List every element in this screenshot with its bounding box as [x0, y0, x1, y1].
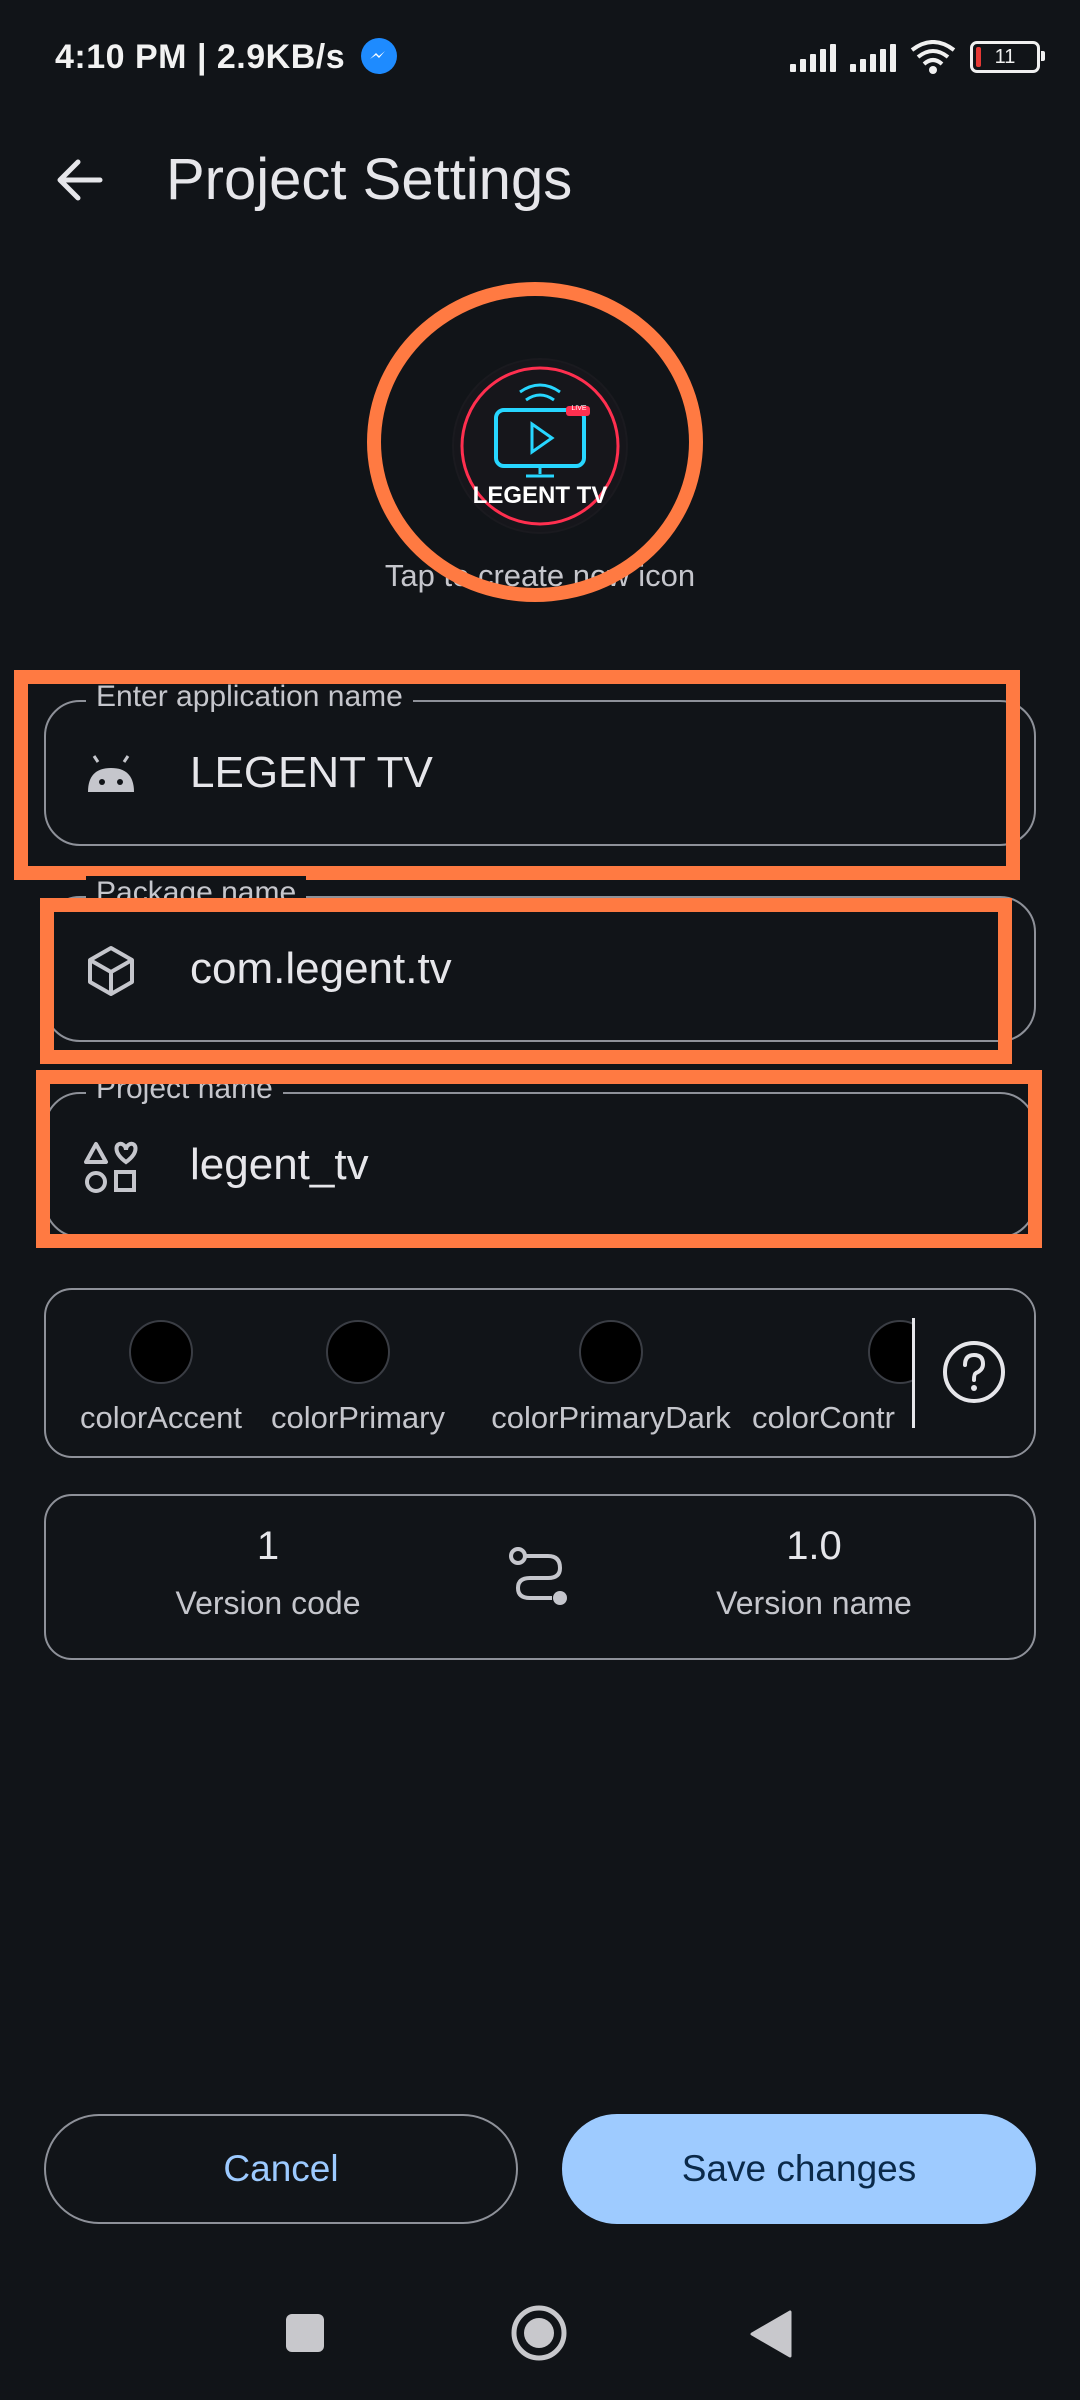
status-time-text: 4:10 PM | 2.9KB/s — [55, 38, 346, 76]
version-name-label: Version name — [716, 1585, 912, 1621]
color-label-contr: colorContr — [752, 1400, 895, 1435]
signal-icon-2 — [850, 42, 896, 72]
package-name-highlight — [40, 898, 1012, 1064]
color-label-accent: colorAccent — [80, 1400, 242, 1435]
icon-highlight — [367, 282, 703, 602]
back-arrow-icon[interactable] — [50, 150, 110, 210]
color-swatch-primary — [326, 1320, 390, 1384]
status-bar-time: 4:10 PM | 2.9KB/s — [55, 38, 398, 77]
color-item-primary-dark[interactable]: colorPrimaryDark — [476, 1320, 746, 1436]
color-swatch-accent — [129, 1320, 193, 1384]
battery-level: 11 — [994, 45, 1016, 68]
version-name: 1.0 Version name — [664, 1524, 964, 1622]
recents-nav-icon[interactable] — [286, 2314, 324, 2352]
page-title: Project Settings — [166, 147, 573, 212]
wifi-icon — [910, 40, 956, 74]
cancel-button[interactable]: Cancel — [44, 2114, 518, 2224]
route-icon — [509, 1547, 567, 1605]
colors-divider — [912, 1318, 915, 1428]
version-code-label: Version code — [175, 1585, 361, 1621]
version-card[interactable]: 1 Version code 1.0 Version name — [44, 1494, 1036, 1660]
status-icons: 11 — [790, 40, 1045, 74]
messenger-icon — [361, 38, 398, 74]
version-code: 1 Version code — [118, 1524, 418, 1622]
color-item-accent[interactable]: colorAccent — [72, 1320, 250, 1436]
color-label-primary: colorPrimary — [271, 1400, 445, 1435]
colors-card: colorAccent colorPrimary colorPrimaryDar… — [44, 1288, 1036, 1458]
project-name-highlight — [36, 1070, 1042, 1248]
version-name-value: 1.0 — [786, 1524, 842, 1568]
app-name-highlight — [14, 670, 1020, 880]
back-nav-icon[interactable] — [748, 2308, 794, 2360]
color-item-primary[interactable]: colorPrimary — [268, 1320, 448, 1436]
home-nav-icon[interactable] — [510, 2304, 568, 2362]
battery-icon: 11 — [970, 41, 1045, 73]
help-icon[interactable] — [940, 1338, 1008, 1406]
version-code-value: 1 — [256, 1524, 280, 1568]
color-swatch-primary-dark — [579, 1320, 643, 1384]
signal-icon — [790, 42, 836, 72]
save-changes-button[interactable]: Save changes — [562, 2114, 1036, 2224]
color-label-primary-dark: colorPrimaryDark — [491, 1400, 731, 1435]
